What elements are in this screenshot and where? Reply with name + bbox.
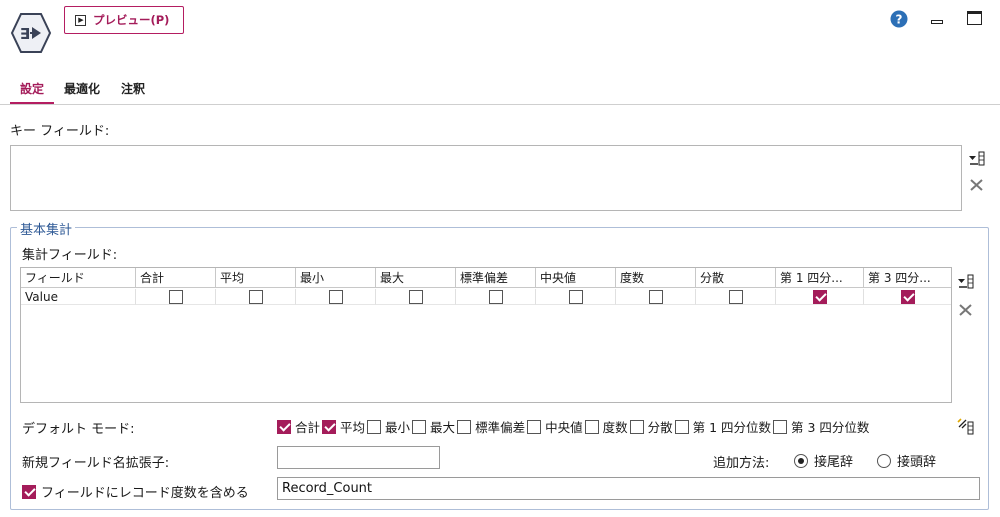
default-stddev-label: 標準偏差 [475, 420, 526, 435]
table-cell-stddev [456, 289, 536, 305]
prefix-label: 接頭辞 [897, 455, 937, 470]
record-count-field-input[interactable]: Record_Count [277, 477, 980, 500]
column-header-sum[interactable]: 合計 [136, 268, 216, 288]
play-icon: ▶ [75, 14, 86, 26]
svg-text:?: ? [896, 13, 903, 27]
include-record-count-label: フィールドにレコード度数を含める [41, 486, 249, 501]
field-picker-icon[interactable] [968, 150, 986, 168]
tab-settings[interactable]: 設定 [10, 80, 54, 104]
new-field-ext-input[interactable] [277, 446, 440, 469]
delete-icon[interactable] [957, 301, 975, 319]
svg-text:∃: ∃ [20, 25, 30, 43]
table-cell-mean [216, 289, 296, 305]
default-min-checkbox[interactable] [367, 419, 382, 434]
new-field-ext-label: 新規フィールド名拡張子: [22, 456, 170, 471]
default-q1-label: 第 1 四分位数 [692, 420, 772, 435]
minimize-icon[interactable] [931, 20, 943, 24]
default-count-checkbox[interactable] [584, 419, 599, 434]
variance-checkbox[interactable] [728, 290, 743, 304]
default-count-label: 度数 [602, 420, 628, 435]
column-header-min[interactable]: 最小 [296, 268, 376, 288]
table-cell-q3 [864, 289, 951, 305]
preview-label: プレビュー(P) [93, 13, 170, 27]
maximize-icon[interactable] [967, 11, 982, 25]
default-max-checkbox[interactable] [412, 419, 427, 434]
table-cell-count [616, 289, 696, 305]
agg-field-label: 集計フィールド: [22, 248, 118, 263]
column-header-field[interactable]: フィールド [21, 268, 136, 288]
default-q1-checkbox[interactable] [674, 419, 689, 434]
max-checkbox[interactable] [408, 290, 423, 304]
help-icon[interactable]: ? [890, 10, 908, 28]
column-header-mean[interactable]: 平均 [216, 268, 296, 288]
suffix-label: 接尾辞 [814, 455, 854, 470]
stddev-checkbox[interactable] [488, 290, 503, 304]
prefix-radio[interactable] [877, 453, 891, 468]
field-picker-icon[interactable] [957, 273, 975, 291]
tab-divider [0, 104, 1000, 105]
delete-icon[interactable] [968, 176, 986, 194]
min-checkbox[interactable] [328, 290, 343, 304]
default-sum-checkbox[interactable] [277, 419, 291, 434]
column-header-count[interactable]: 度数 [616, 268, 696, 288]
key-field-label: キー フィールド: [10, 124, 110, 139]
count-checkbox[interactable] [648, 290, 663, 304]
q3-checkbox[interactable] [900, 290, 915, 304]
column-header-max[interactable]: 最大 [376, 268, 456, 288]
sum-checkbox[interactable] [168, 290, 183, 304]
column-header-variance[interactable]: 分散 [696, 268, 776, 288]
default-mean-label: 平均 [340, 420, 366, 435]
q1-checkbox[interactable] [812, 290, 827, 304]
agg-field-table[interactable]: フィールド 合計 平均 最小 最大 標準偏差 中央値 度数 分散 第 1 四分.… [20, 267, 952, 403]
column-header-stddev[interactable]: 標準偏差 [456, 268, 536, 288]
default-median-label: 中央値 [545, 420, 583, 435]
table-cell-median [536, 289, 616, 305]
tab-annotation[interactable]: 注釈 [121, 80, 145, 104]
default-sum-label: 合計 [295, 420, 321, 435]
column-header-median[interactable]: 中央値 [536, 268, 616, 288]
default-stddev-checkbox[interactable] [457, 419, 472, 434]
column-header-q1[interactable]: 第 1 四分... [776, 268, 864, 288]
default-min-label: 最小 [385, 420, 411, 435]
apply-default-mode-icon[interactable] [957, 418, 975, 436]
table-cell-max [376, 289, 456, 305]
default-variance-label: 分散 [647, 420, 673, 435]
key-field-list[interactable] [10, 145, 962, 211]
default-mode-options: 合計 平均 最小 最大 標準偏差 中央値 度数 分散 第 1 四分位数 第 3 … [277, 417, 871, 436]
default-q3-checkbox[interactable] [773, 419, 788, 434]
add-method-label: 追加方法: [713, 456, 770, 471]
suffix-option[interactable]: 接尾辞 [794, 451, 853, 470]
preview-button[interactable]: ▶ プレビュー(P) [64, 6, 184, 34]
default-variance-checkbox[interactable] [629, 419, 644, 434]
table-cell-sum [136, 289, 216, 305]
column-header-q3[interactable]: 第 3 四分... [864, 268, 951, 288]
table-row-field[interactable]: Value [21, 289, 136, 305]
prefix-option[interactable]: 接頭辞 [877, 451, 936, 470]
tab-optimize[interactable]: 最適化 [64, 80, 100, 104]
suffix-radio[interactable] [794, 453, 808, 468]
table-cell-min [296, 289, 376, 305]
table-cell-variance [696, 289, 776, 305]
include-record-count-option[interactable]: フィールドにレコード度数を含める [22, 482, 249, 501]
include-record-count-checkbox[interactable] [22, 484, 36, 499]
mean-checkbox[interactable] [248, 290, 263, 304]
default-mode-label: デフォルト モード: [22, 422, 135, 437]
table-cell-q1 [776, 289, 864, 305]
default-max-label: 最大 [430, 420, 456, 435]
aggregate-node-icon: ∃ [10, 13, 52, 53]
default-q3-label: 第 3 四分位数 [791, 420, 870, 435]
basic-aggregation-title: 基本集計 [17, 219, 76, 238]
default-mean-checkbox[interactable] [322, 419, 337, 434]
median-checkbox[interactable] [568, 290, 583, 304]
default-median-checkbox[interactable] [527, 419, 542, 434]
